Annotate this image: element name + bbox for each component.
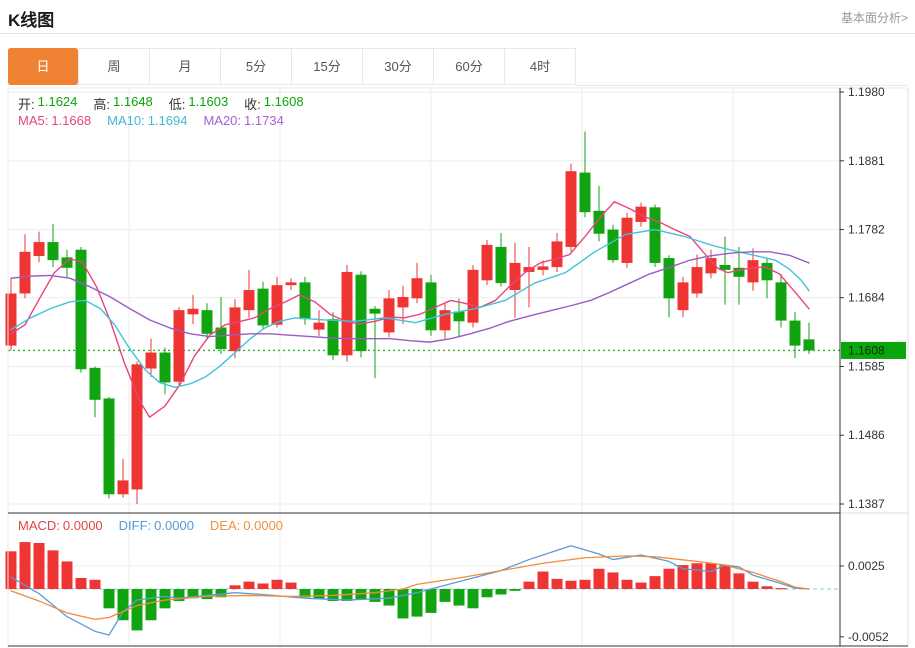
svg-text:1.1585: 1.1585 [848, 359, 885, 373]
ohlc-legend: 开:1.1624 高:1.1648 低:1.1603 收:1.1608 [18, 94, 304, 113]
diff-label: DIFF: [119, 518, 152, 533]
svg-text:1.1980: 1.1980 [848, 85, 885, 99]
svg-text:1.1881: 1.1881 [848, 154, 885, 168]
low-label: 低: [169, 94, 186, 113]
close-label: 收: [244, 94, 261, 113]
ma20-label: MA20: [203, 113, 241, 128]
svg-text:1.1486: 1.1486 [848, 428, 885, 442]
ma5-label: MA5: [18, 113, 48, 128]
macd-label: MACD: [18, 518, 60, 533]
svg-text:-0.0052: -0.0052 [848, 630, 889, 644]
svg-text:1.1782: 1.1782 [848, 223, 885, 237]
ma20-value: 1.1734 [244, 113, 284, 128]
macd-value: 0.0000 [63, 518, 103, 533]
svg-text:1.1684: 1.1684 [848, 291, 885, 305]
diff-value: 0.0000 [154, 518, 194, 533]
svg-text:0.0025: 0.0025 [848, 559, 885, 573]
ma5-value: 1.1668 [51, 113, 91, 128]
ma10-label: MA10: [107, 113, 145, 128]
macd-legend: MACD:0.0000 DIFF:0.0000 DEA:0.0000 [18, 518, 283, 533]
dea-value: 0.0000 [243, 518, 283, 533]
svg-text:1.1608: 1.1608 [848, 343, 885, 357]
high-label: 高: [93, 94, 110, 113]
low-value: 1.1603 [188, 94, 228, 113]
ma-legend: MA5:1.1668 MA10:1.1694 MA20:1.1734 [18, 113, 284, 128]
open-value: 1.1624 [38, 94, 78, 113]
ma10-value: 1.1694 [148, 113, 188, 128]
high-value: 1.1648 [113, 94, 153, 113]
kline-page: { "header": { "title": "K线图", "link_labe… [0, 0, 915, 648]
svg-text:1.1387: 1.1387 [848, 497, 885, 511]
open-label: 开: [18, 94, 35, 113]
dea-label: DEA: [210, 518, 240, 533]
close-value: 1.1608 [264, 94, 304, 113]
